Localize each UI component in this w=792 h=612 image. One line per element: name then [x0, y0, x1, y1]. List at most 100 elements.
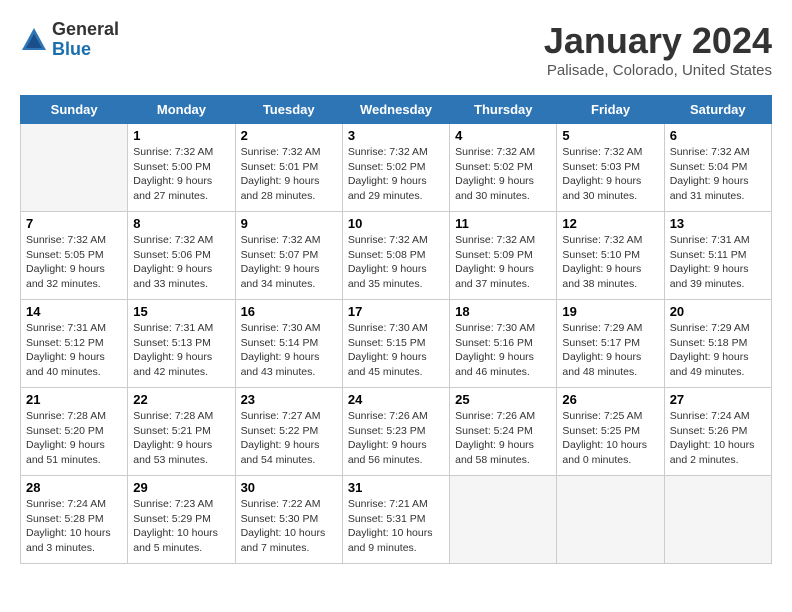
header-cell-friday: Friday [557, 96, 664, 124]
day-number: 26 [562, 392, 658, 407]
calendar-cell: 22 Sunrise: 7:28 AM Sunset: 5:21 PM Dayli… [128, 388, 235, 476]
day-number: 29 [133, 480, 229, 495]
calendar-cell: 14 Sunrise: 7:31 AM Sunset: 5:12 PM Dayli… [21, 300, 128, 388]
day-number: 19 [562, 304, 658, 319]
day-info: Sunrise: 7:32 AM Sunset: 5:05 PM Dayligh… [26, 233, 122, 292]
day-number: 3 [348, 128, 444, 143]
day-number: 30 [241, 480, 337, 495]
day-number: 2 [241, 128, 337, 143]
week-row-4: 21 Sunrise: 7:28 AM Sunset: 5:20 PM Dayli… [21, 388, 772, 476]
day-info: Sunrise: 7:30 AM Sunset: 5:15 PM Dayligh… [348, 321, 444, 380]
header-cell-tuesday: Tuesday [235, 96, 342, 124]
title-block: January 2024 Palisade, Colorado, United … [544, 20, 772, 79]
day-info: Sunrise: 7:32 AM Sunset: 5:03 PM Dayligh… [562, 145, 658, 204]
week-row-2: 7 Sunrise: 7:32 AM Sunset: 5:05 PM Daylig… [21, 212, 772, 300]
day-number: 28 [26, 480, 122, 495]
day-number: 21 [26, 392, 122, 407]
calendar-cell: 15 Sunrise: 7:31 AM Sunset: 5:13 PM Dayli… [128, 300, 235, 388]
calendar-cell: 26 Sunrise: 7:25 AM Sunset: 5:25 PM Dayli… [557, 388, 664, 476]
day-number: 25 [455, 392, 551, 407]
day-number: 20 [670, 304, 766, 319]
day-info: Sunrise: 7:30 AM Sunset: 5:14 PM Dayligh… [241, 321, 337, 380]
day-info: Sunrise: 7:28 AM Sunset: 5:21 PM Dayligh… [133, 409, 229, 468]
calendar-cell: 20Sunrise: 7:29 AM Sunset: 5:18 PM Dayli… [664, 300, 771, 388]
calendar-cell: 25 Sunrise: 7:26 AM Sunset: 5:24 PM Dayli… [450, 388, 557, 476]
header-cell-saturday: Saturday [664, 96, 771, 124]
day-info: Sunrise: 7:31 AM Sunset: 5:12 PM Dayligh… [26, 321, 122, 380]
logo-icon [20, 26, 48, 54]
calendar-cell: 1 Sunrise: 7:32 AM Sunset: 5:00 PM Daylig… [128, 124, 235, 212]
day-info: Sunrise: 7:32 AM Sunset: 5:10 PM Dayligh… [562, 233, 658, 292]
day-info: Sunrise: 7:32 AM Sunset: 5:00 PM Dayligh… [133, 145, 229, 204]
day-info: Sunrise: 7:26 AM Sunset: 5:24 PM Dayligh… [455, 409, 551, 468]
logo-general: General [52, 19, 119, 39]
calendar-cell: 16Sunrise: 7:30 AM Sunset: 5:14 PM Dayli… [235, 300, 342, 388]
calendar-cell: 17Sunrise: 7:30 AM Sunset: 5:15 PM Dayli… [342, 300, 449, 388]
page-header: General Blue January 2024 Palisade, Colo… [20, 20, 772, 79]
header-cell-sunday: Sunday [21, 96, 128, 124]
day-number: 15 [133, 304, 229, 319]
calendar-table: SundayMondayTuesdayWednesdayThursdayFrid… [20, 95, 772, 564]
day-info: Sunrise: 7:32 AM Sunset: 5:06 PM Dayligh… [133, 233, 229, 292]
calendar-cell: 19 Sunrise: 7:29 AM Sunset: 5:17 PM Dayli… [557, 300, 664, 388]
header-cell-thursday: Thursday [450, 96, 557, 124]
calendar-cell: 8Sunrise: 7:32 AM Sunset: 5:06 PM Daylig… [128, 212, 235, 300]
logo-blue: Blue [52, 39, 91, 59]
calendar-cell: 13Sunrise: 7:31 AM Sunset: 5:11 PM Dayli… [664, 212, 771, 300]
day-number: 27 [670, 392, 766, 407]
day-info: Sunrise: 7:32 AM Sunset: 5:01 PM Dayligh… [241, 145, 337, 204]
day-info: Sunrise: 7:24 AM Sunset: 5:28 PM Dayligh… [26, 497, 122, 556]
day-number: 9 [241, 216, 337, 231]
calendar-cell [450, 476, 557, 564]
day-number: 1 [133, 128, 229, 143]
day-number: 14 [26, 304, 122, 319]
calendar-cell [21, 124, 128, 212]
calendar-cell: 28 Sunrise: 7:24 AM Sunset: 5:28 PM Dayli… [21, 476, 128, 564]
day-number: 12 [562, 216, 658, 231]
week-row-5: 28 Sunrise: 7:24 AM Sunset: 5:28 PM Dayli… [21, 476, 772, 564]
calendar-cell: 3 Sunrise: 7:32 AM Sunset: 5:02 PM Daylig… [342, 124, 449, 212]
page-subtitle: Palisade, Colorado, United States [544, 62, 772, 79]
header-row: SundayMondayTuesdayWednesdayThursdayFrid… [21, 96, 772, 124]
calendar-cell: 30 Sunrise: 7:22 AM Sunset: 5:30 PM Dayli… [235, 476, 342, 564]
day-info: Sunrise: 7:30 AM Sunset: 5:16 PM Dayligh… [455, 321, 551, 380]
day-info: Sunrise: 7:32 AM Sunset: 5:04 PM Dayligh… [670, 145, 766, 204]
calendar-cell: 29Sunrise: 7:23 AM Sunset: 5:29 PM Dayli… [128, 476, 235, 564]
day-number: 18 [455, 304, 551, 319]
calendar-cell [664, 476, 771, 564]
day-info: Sunrise: 7:31 AM Sunset: 5:13 PM Dayligh… [133, 321, 229, 380]
header-cell-wednesday: Wednesday [342, 96, 449, 124]
day-number: 13 [670, 216, 766, 231]
calendar-cell: 4 Sunrise: 7:32 AM Sunset: 5:02 PM Daylig… [450, 124, 557, 212]
calendar-cell: 18 Sunrise: 7:30 AM Sunset: 5:16 PM Dayli… [450, 300, 557, 388]
header-cell-monday: Monday [128, 96, 235, 124]
day-info: Sunrise: 7:21 AM Sunset: 5:31 PM Dayligh… [348, 497, 444, 556]
day-info: Sunrise: 7:32 AM Sunset: 5:02 PM Dayligh… [455, 145, 551, 204]
logo: General Blue [20, 20, 119, 60]
calendar-body: 1 Sunrise: 7:32 AM Sunset: 5:00 PM Daylig… [21, 124, 772, 564]
day-info: Sunrise: 7:28 AM Sunset: 5:20 PM Dayligh… [26, 409, 122, 468]
day-info: Sunrise: 7:32 AM Sunset: 5:02 PM Dayligh… [348, 145, 444, 204]
calendar-cell: 6Sunrise: 7:32 AM Sunset: 5:04 PM Daylig… [664, 124, 771, 212]
week-row-1: 1 Sunrise: 7:32 AM Sunset: 5:00 PM Daylig… [21, 124, 772, 212]
logo-text: General Blue [52, 20, 119, 60]
day-info: Sunrise: 7:22 AM Sunset: 5:30 PM Dayligh… [241, 497, 337, 556]
day-number: 22 [133, 392, 229, 407]
day-info: Sunrise: 7:24 AM Sunset: 5:26 PM Dayligh… [670, 409, 766, 468]
day-number: 10 [348, 216, 444, 231]
day-number: 11 [455, 216, 551, 231]
calendar-cell: 10Sunrise: 7:32 AM Sunset: 5:08 PM Dayli… [342, 212, 449, 300]
day-info: Sunrise: 7:29 AM Sunset: 5:17 PM Dayligh… [562, 321, 658, 380]
calendar-cell: 12 Sunrise: 7:32 AM Sunset: 5:10 PM Dayli… [557, 212, 664, 300]
day-number: 7 [26, 216, 122, 231]
day-number: 5 [562, 128, 658, 143]
day-number: 4 [455, 128, 551, 143]
day-number: 31 [348, 480, 444, 495]
calendar-cell [557, 476, 664, 564]
day-info: Sunrise: 7:32 AM Sunset: 5:09 PM Dayligh… [455, 233, 551, 292]
calendar-cell: 11 Sunrise: 7:32 AM Sunset: 5:09 PM Dayli… [450, 212, 557, 300]
calendar-cell: 27 Sunrise: 7:24 AM Sunset: 5:26 PM Dayli… [664, 388, 771, 476]
calendar-cell: 23Sunrise: 7:27 AM Sunset: 5:22 PM Dayli… [235, 388, 342, 476]
day-info: Sunrise: 7:25 AM Sunset: 5:25 PM Dayligh… [562, 409, 658, 468]
calendar-cell: 5 Sunrise: 7:32 AM Sunset: 5:03 PM Daylig… [557, 124, 664, 212]
